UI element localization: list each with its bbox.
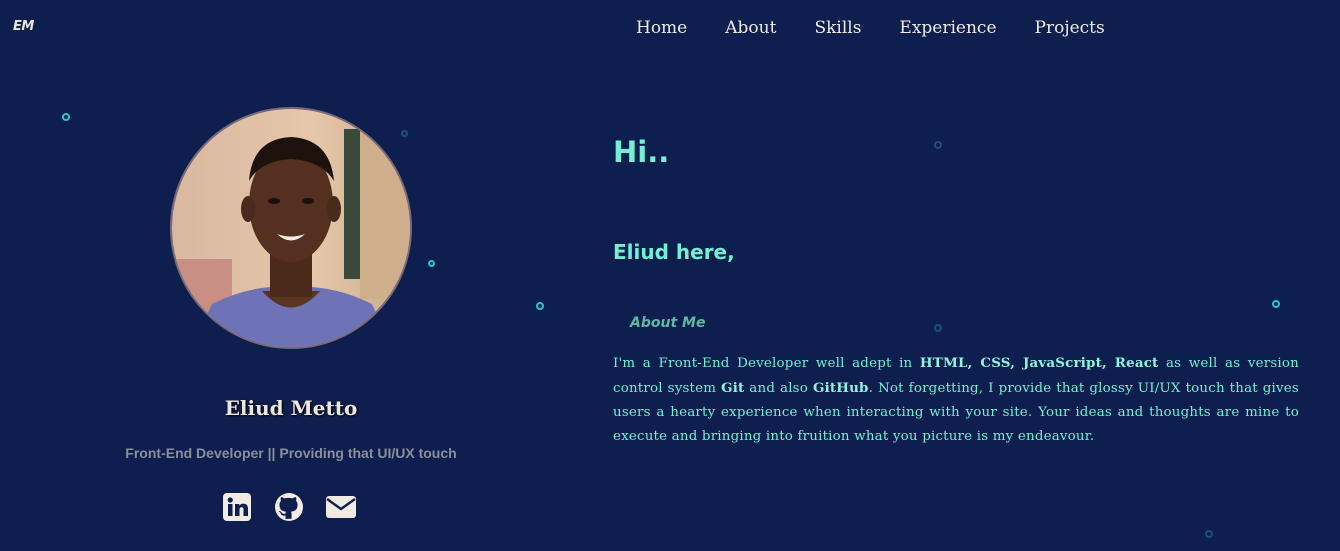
particle-dot [934,324,942,332]
hero-name-intro: Eliud here, [613,240,735,264]
github-icon[interactable] [274,492,304,522]
nav-skills[interactable]: Skills [814,16,861,40]
particle-dot [934,141,942,149]
particle-dot [1205,530,1213,538]
about-heading: About Me [630,315,706,331]
social-links [222,492,356,522]
nav-experience[interactable]: Experience [899,16,996,40]
nav-home[interactable]: Home [636,16,687,40]
particle-dot [536,302,544,310]
profile-name: Eliud Metto [224,396,358,420]
avatar [170,107,412,349]
particle-dot [428,260,435,267]
skill-highlight: GitHub [812,380,869,396]
skill-highlight: Git [721,380,745,396]
particle-dot [1272,300,1280,308]
main-nav: Home About Skills Experience Projects [636,16,1143,40]
hero-greeting: Hi.. [613,135,670,169]
nav-projects[interactable]: Projects [1035,16,1105,40]
particle-dot [62,113,70,121]
linkedin-icon[interactable] [222,492,252,522]
nav-about[interactable]: About [725,16,776,40]
profile-tagline: Front-End Developer || Providing that UI… [125,445,457,461]
envelope-icon[interactable] [326,492,356,522]
particle-dot [401,130,408,137]
site-logo[interactable]: EM [13,19,34,34]
skill-highlight: HTML, CSS, JavaScript, React [919,355,1159,371]
about-paragraph: I'm a Front-End Developer well adept in … [613,355,1299,444]
profile-photo [172,109,410,347]
